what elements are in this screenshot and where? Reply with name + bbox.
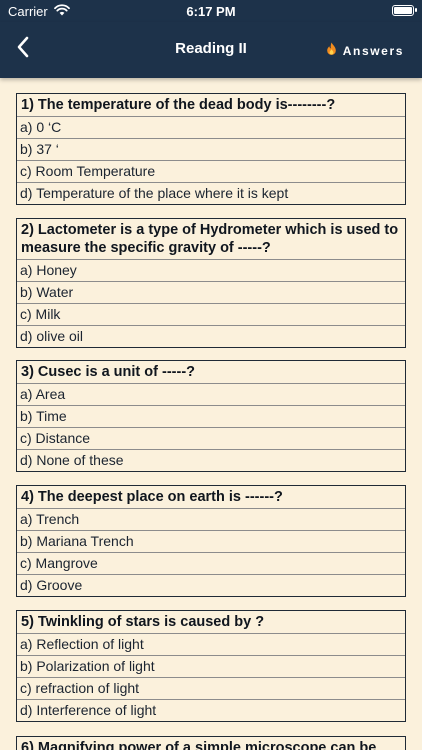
option-a[interactable]: a) 0 ‘C [17,116,405,138]
option-a[interactable]: a) Trench [17,508,405,530]
question-card: 4) The deepest place on earth is ------?… [16,485,406,597]
option-a[interactable]: a) Reflection of light [17,633,405,655]
question-text: 5) Twinkling of stars is caused by ? [21,614,265,630]
option-a[interactable]: a) Honey [17,259,405,281]
status-time: 6:17 PM [186,4,236,19]
option-b[interactable]: b) Mariana Trench [17,530,405,552]
question-card: 6) Magnifying power of a simple microsco… [16,736,406,750]
option-d[interactable]: d) Groove [17,574,405,596]
option-b[interactable]: b) 37 ‘ [17,138,405,160]
option-b[interactable]: b) Time [17,405,405,427]
question-card: 5) Twinkling of stars is caused by ? a) … [16,610,406,722]
status-bar: Carrier 6:17 PM [0,0,422,22]
question-text: 6) Magnifying power of a simple microsco… [21,740,377,750]
option-d[interactable]: d) Interference of light [17,699,405,721]
question-card: 2) Lactometer is a type of Hydrometer wh… [16,218,406,348]
answers-button[interactable]: Answers [326,42,404,59]
question-text: 1) The temperature of the dead body is--… [21,97,336,113]
question-text: 3) Cusec is a unit of -----? [21,364,195,380]
option-b[interactable]: b) Water [17,281,405,303]
option-c[interactable]: c) Room Temperature [17,160,405,182]
option-d[interactable]: d) None of these [17,449,405,471]
question-card: 1) The temperature of the dead body is--… [16,93,406,205]
fire-icon [326,42,337,59]
answers-label: Answers [342,43,404,58]
question-text: 4) The deepest place on earth is ------? [21,489,283,505]
option-c[interactable]: c) Distance [17,427,405,449]
option-c[interactable]: c) refraction of light [17,677,405,699]
option-a[interactable]: a) Area [17,383,405,405]
navigation-bar: Reading II Answers [0,22,422,78]
battery-icon [392,5,417,16]
option-c[interactable]: c) Mangrove [17,552,405,574]
option-c[interactable]: c) Milk [17,303,405,325]
option-b[interactable]: b) Polarization of light [17,655,405,677]
question-text: 2) Lactometer is a type of Hydrometer wh… [21,222,399,256]
option-d[interactable]: d) olive oil [17,325,405,347]
option-d[interactable]: d) Temperature of the place where it is … [17,182,405,204]
question-card: 3) Cusec is a unit of -----? a) Area b) … [16,360,406,472]
question-list: 1) The temperature of the dead body is--… [0,78,422,750]
